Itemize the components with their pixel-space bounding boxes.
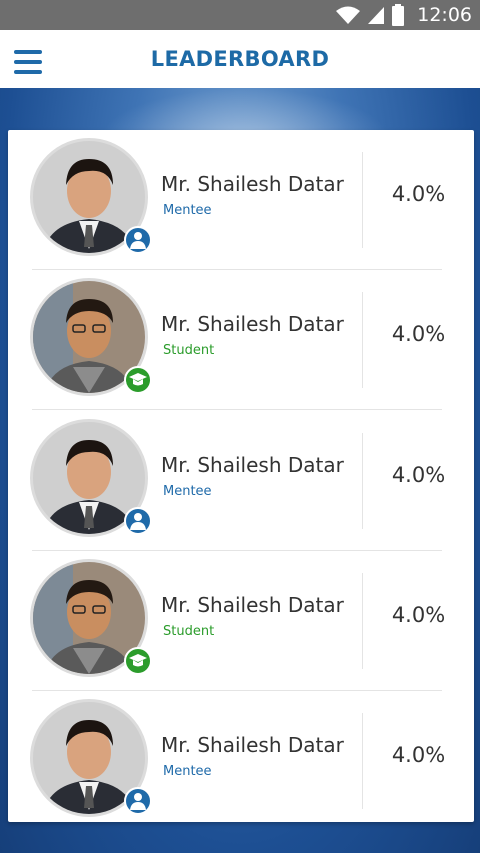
avatar-container bbox=[30, 699, 152, 817]
avatar-container bbox=[30, 138, 152, 256]
cellular-signal-icon bbox=[367, 5, 385, 25]
hamburger-menu-icon[interactable] bbox=[14, 50, 42, 74]
leaderboard-row[interactable]: Mr. Shailesh Datar Mentee 4.0% bbox=[8, 691, 474, 831]
wifi-icon bbox=[335, 5, 361, 25]
leader-name: Mr. Shailesh Datar bbox=[161, 733, 344, 757]
app-bar: LEADERBOARD bbox=[0, 30, 480, 88]
avatar-container bbox=[30, 559, 152, 677]
leader-score: 4.0% bbox=[391, 182, 446, 206]
leader-score: 4.0% bbox=[391, 322, 446, 346]
avatar-container bbox=[30, 419, 152, 537]
leader-role: Mentee bbox=[163, 764, 212, 779]
page-title: LEADERBOARD bbox=[150, 47, 330, 71]
battery-icon bbox=[391, 4, 405, 26]
graduation-cap-icon bbox=[124, 647, 152, 675]
status-bar: 12:06 bbox=[0, 0, 480, 30]
mentee-icon bbox=[124, 787, 152, 815]
leaderboard-card: Mr. Shailesh Datar Mentee 4.0% Mr. Shail… bbox=[8, 130, 474, 822]
leader-name: Mr. Shailesh Datar bbox=[161, 453, 344, 477]
leaderboard-row[interactable]: Mr. Shailesh Datar Student 4.0% bbox=[8, 551, 474, 691]
leader-role: Mentee bbox=[163, 203, 212, 218]
graduation-cap-icon bbox=[124, 366, 152, 394]
leader-role: Student bbox=[163, 343, 215, 358]
leader-score: 4.0% bbox=[391, 603, 446, 627]
leader-role: Student bbox=[163, 624, 215, 639]
leaderboard-row[interactable]: Mr. Shailesh Datar Student 4.0% bbox=[8, 270, 474, 410]
leader-score: 4.0% bbox=[391, 743, 446, 767]
leaderboard-row[interactable]: Mr. Shailesh Datar Mentee 4.0% bbox=[8, 130, 474, 270]
leaderboard-row[interactable]: Mr. Shailesh Datar Mentee 4.0% bbox=[8, 411, 474, 551]
leader-name: Mr. Shailesh Datar bbox=[161, 593, 344, 617]
leader-name: Mr. Shailesh Datar bbox=[161, 312, 344, 336]
status-clock: 12:06 bbox=[417, 4, 472, 26]
leader-name: Mr. Shailesh Datar bbox=[161, 172, 344, 196]
leader-role: Mentee bbox=[163, 484, 212, 499]
row-divider bbox=[32, 409, 442, 410]
mentee-icon bbox=[124, 507, 152, 535]
leader-score: 4.0% bbox=[391, 463, 446, 487]
mentee-icon bbox=[124, 226, 152, 254]
avatar-container bbox=[30, 278, 152, 396]
